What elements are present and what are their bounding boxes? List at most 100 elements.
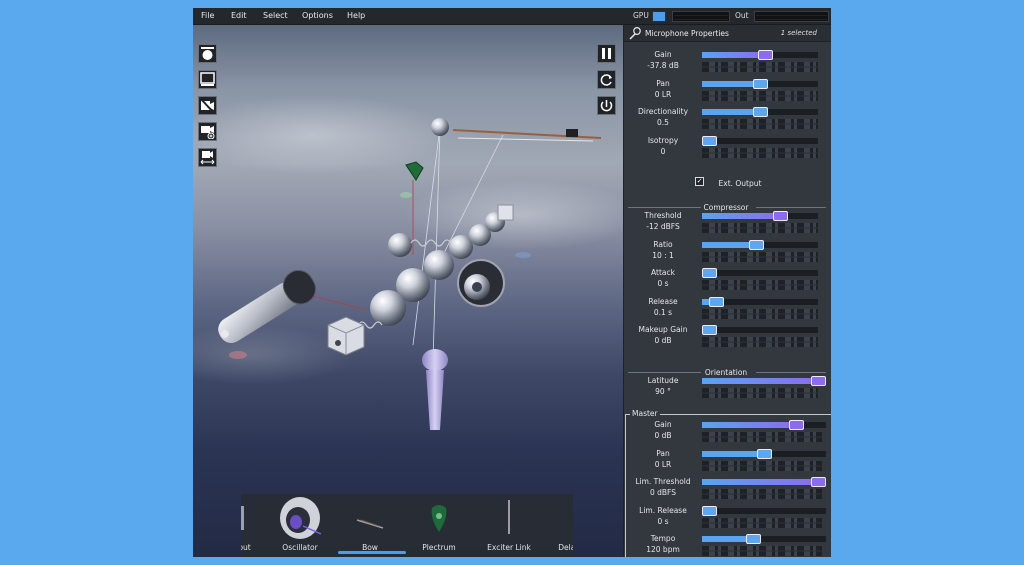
pause-icon	[602, 48, 611, 59]
prop-value[interactable]: 90 °	[624, 387, 702, 397]
prop-value[interactable]: 0 dB	[624, 336, 702, 346]
slider-thumb[interactable]	[702, 325, 717, 335]
prop-slider[interactable]	[702, 268, 818, 278]
prop-label: Isotropy	[647, 135, 679, 145]
slider-thumb[interactable]	[811, 477, 826, 487]
slider-thumb[interactable]	[746, 534, 761, 544]
prop-label: Pan	[656, 78, 670, 88]
palette-item-delay[interactable]: Delay	[534, 494, 573, 557]
prop-slider[interactable]	[702, 325, 818, 335]
prop-slider[interactable]	[702, 420, 826, 430]
prop-slider[interactable]	[702, 477, 826, 487]
prop-value[interactable]: 0.1 s	[624, 308, 702, 318]
prop-slider[interactable]	[702, 239, 818, 250]
modulation-row[interactable]	[702, 489, 822, 499]
palette-item-plectrum[interactable]: Plectrum	[404, 494, 474, 557]
slider-fill	[702, 422, 796, 428]
menu-file[interactable]: File	[201, 11, 214, 20]
prop-value[interactable]: 0 dB	[624, 431, 702, 441]
modulation-row[interactable]	[702, 62, 818, 72]
prop-slider[interactable]	[702, 534, 826, 544]
properties-panel: Microphone Properties 1 selected Gain -37…	[623, 25, 831, 557]
prop-label: Tempo	[650, 534, 676, 543]
out-label: Out	[735, 11, 749, 20]
prop-label: Gain	[654, 420, 672, 429]
prop-value[interactable]: 120 bpm	[624, 545, 702, 555]
slider-thumb[interactable]	[789, 420, 804, 430]
palette-item-oscillator[interactable]: Oscillator	[265, 494, 335, 557]
slider-thumb[interactable]	[757, 448, 772, 459]
reset-view-button[interactable]	[597, 96, 616, 115]
prop-label: Makeup Gain	[638, 325, 688, 334]
slider-thumb[interactable]	[709, 296, 724, 307]
palette-item-bow[interactable]: Bow	[335, 494, 405, 557]
prop-value[interactable]: 0.5	[624, 118, 702, 128]
slider-fill	[702, 479, 818, 485]
prop-value[interactable]: 0 LR	[624, 90, 702, 100]
prop-label: Ratio	[653, 239, 673, 249]
scene-render[interactable]	[193, 25, 623, 557]
prop-slider[interactable]	[702, 135, 818, 146]
gpu-indicator	[652, 11, 666, 22]
modulation-row[interactable]	[702, 308, 818, 319]
slider-fill	[702, 241, 756, 248]
prop-value[interactable]: 0 s	[624, 517, 702, 527]
prop-slider[interactable]	[702, 376, 826, 386]
ext-output-label: Ext. Output	[718, 179, 762, 188]
prop-value[interactable]: 0 LR	[624, 460, 702, 470]
palette-scrollbar[interactable]	[338, 551, 406, 554]
camera-resize-tool-button[interactable]	[198, 148, 217, 167]
slider-fill	[702, 378, 818, 384]
modulation-row[interactable]	[702, 280, 818, 290]
modulation-row[interactable]	[702, 90, 818, 101]
refresh-button[interactable]	[597, 70, 616, 89]
modulation-row[interactable]	[702, 460, 822, 471]
modulation-row[interactable]	[702, 388, 818, 398]
slider-thumb[interactable]	[811, 376, 826, 386]
prop-slider[interactable]	[702, 211, 818, 221]
record-tool-button[interactable]	[198, 44, 217, 63]
modulation-row[interactable]	[702, 223, 818, 233]
ext-output-checkbox[interactable]: ✓	[695, 177, 704, 186]
prop-value[interactable]: -37.8 dB	[624, 61, 702, 71]
camera-off-tool-button[interactable]	[198, 96, 217, 115]
prop-value[interactable]: 0 dBFS	[624, 488, 702, 498]
slider-thumb[interactable]	[702, 505, 717, 516]
slider-thumb[interactable]	[702, 268, 717, 278]
camera-add-tool-button[interactable]	[198, 122, 217, 141]
prop-value[interactable]: 10 : 1	[624, 251, 702, 261]
prop-slider[interactable]	[702, 505, 826, 516]
modulation-row[interactable]	[702, 432, 822, 442]
refresh-icon	[600, 74, 612, 86]
slider-fill	[702, 109, 760, 115]
menu-help[interactable]: Help	[347, 11, 365, 20]
slider-thumb[interactable]	[749, 239, 764, 250]
modulation-row[interactable]	[702, 546, 822, 556]
modulation-row[interactable]	[702, 147, 818, 158]
slider-thumb[interactable]	[702, 135, 717, 146]
prop-value[interactable]: 0 s	[624, 279, 702, 289]
modulation-row[interactable]	[702, 251, 818, 262]
slider-thumb[interactable]	[773, 211, 788, 221]
prop-value[interactable]: 0	[624, 147, 702, 157]
prop-value[interactable]: -12 dBFS	[624, 222, 702, 232]
menu-options[interactable]: Options	[302, 11, 333, 20]
slider-thumb[interactable]	[758, 50, 773, 60]
oscillator-icon	[280, 497, 322, 539]
pause-button[interactable]	[597, 44, 616, 63]
component-palette[interactable]: Input Oscillator Bow Plectrum Exciter Li…	[241, 494, 573, 557]
slider-thumb[interactable]	[753, 107, 768, 117]
prop-slider[interactable]	[702, 296, 818, 307]
prop-slider[interactable]	[702, 78, 818, 89]
menu-edit[interactable]: Edit	[231, 11, 247, 20]
modulation-row[interactable]	[702, 119, 818, 129]
screen-tool-button[interactable]	[198, 70, 217, 89]
menu-select[interactable]: Select	[263, 11, 288, 20]
slider-thumb[interactable]	[753, 78, 768, 89]
3d-viewport[interactable]: Input Oscillator Bow Plectrum Exciter Li…	[193, 25, 623, 557]
prop-slider[interactable]	[702, 107, 818, 117]
modulation-row[interactable]	[702, 517, 822, 528]
prop-slider[interactable]	[702, 448, 826, 459]
modulation-row[interactable]	[702, 337, 818, 347]
prop-slider[interactable]	[702, 50, 818, 60]
